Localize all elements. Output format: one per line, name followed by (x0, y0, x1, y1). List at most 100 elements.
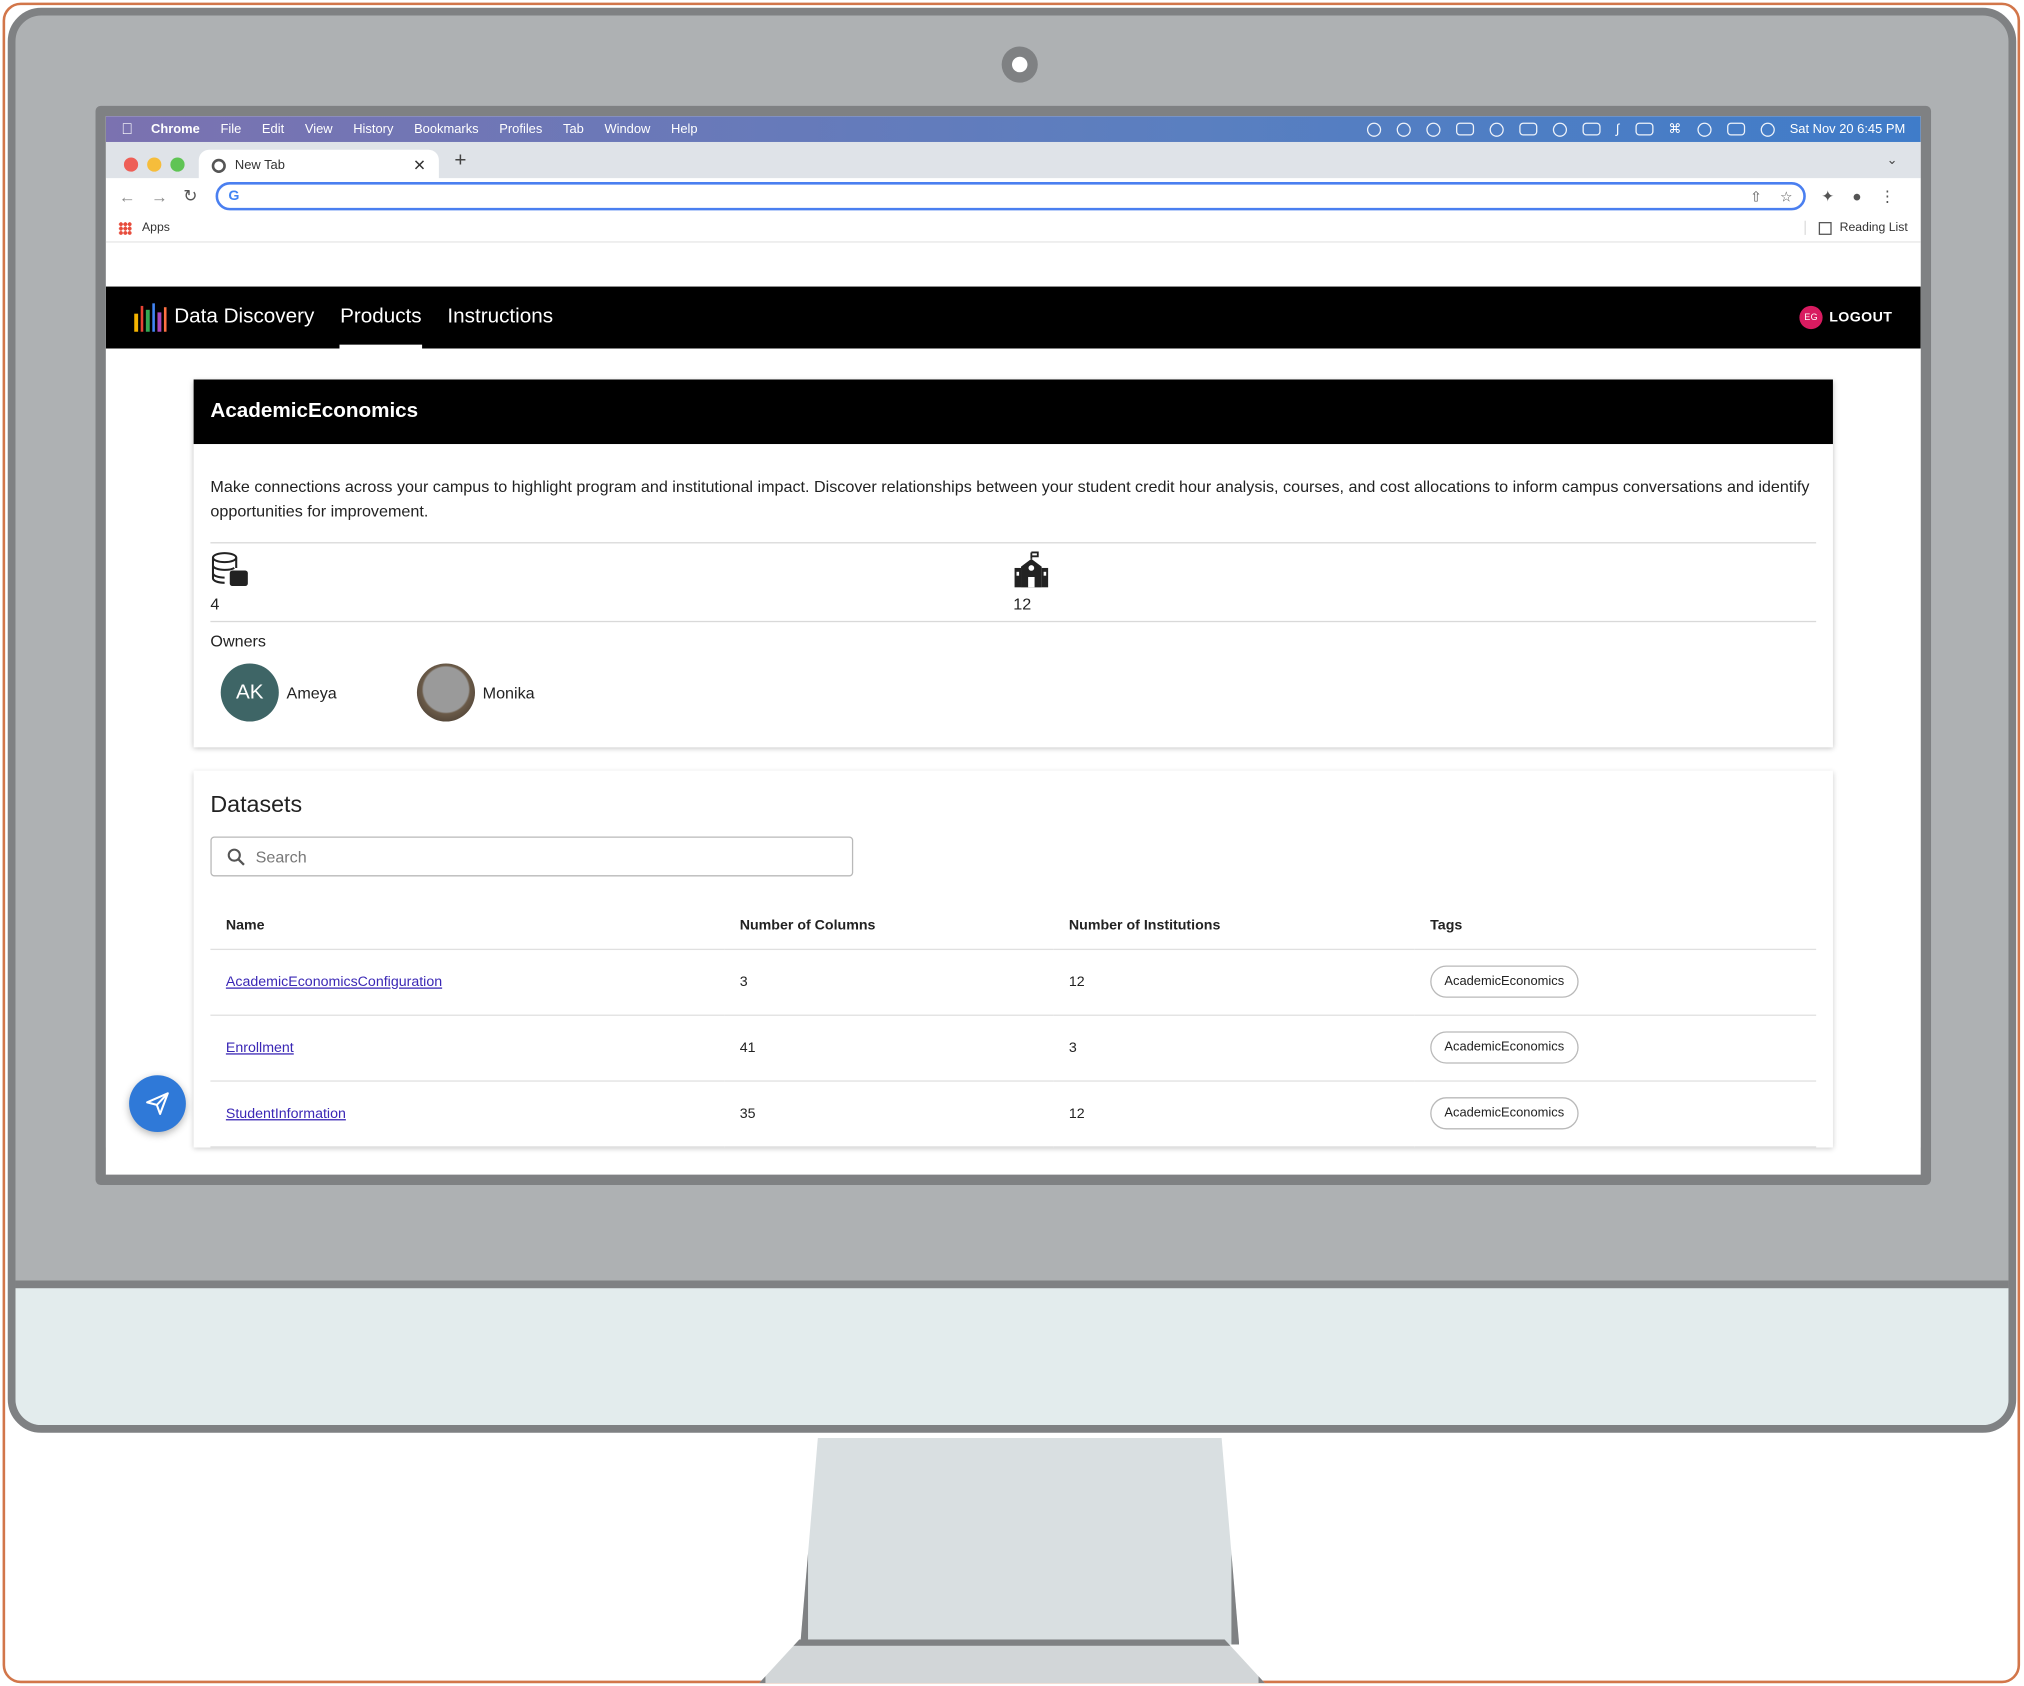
bookmark-star-icon[interactable]: ☆ (1780, 188, 1793, 204)
reading-list-label: Reading List (1839, 220, 1908, 235)
omnibox-actions: ⇧ ☆ (1750, 188, 1793, 204)
owner-monika[interactable]: Monika (416, 663, 535, 722)
school-building-icon (1013, 551, 1816, 590)
tags-cell: AcademicEconomics (1414, 1014, 1817, 1082)
logout-button[interactable]: EG LOGOUT (1799, 305, 1893, 330)
datasets-card: Datasets Search Name Number of Columns N… (193, 770, 1833, 1147)
sync-icon[interactable] (1489, 121, 1504, 137)
tag-chip[interactable]: AcademicEconomics (1430, 965, 1579, 998)
browser-toolbar: ← → ↻ G ⇧ ☆ ✦ ● ⋮ (105, 178, 1921, 215)
monitor-stand (800, 1437, 1240, 1645)
monitor-chin (15, 1280, 2009, 1426)
datasets-table: Name Number of Columns Number of Institu… (210, 902, 1817, 1147)
shield-icon[interactable] (1552, 121, 1567, 137)
spotlight-search-icon[interactable] (1696, 121, 1711, 137)
owner-ameya[interactable]: AK Ameya (220, 663, 337, 722)
chrome-favicon-icon (211, 158, 226, 173)
zoom-window-button[interactable] (170, 157, 185, 172)
institutions-count-cell: 12 (1053, 948, 1415, 1016)
send-icon (146, 1092, 169, 1115)
nav-products[interactable]: Products (340, 287, 422, 349)
security-app-icon[interactable] (1455, 122, 1474, 136)
send-feedback-button[interactable] (129, 1075, 186, 1133)
search-input[interactable]: Search (210, 836, 854, 877)
wifi-icon[interactable]: ⌘ (1668, 122, 1681, 136)
owners-label: Owners (210, 632, 267, 651)
app-header: Data Discovery Products Instructions EG … (105, 286, 1921, 349)
logo-bar (157, 312, 161, 332)
apple-icon[interactable]:  (121, 120, 133, 138)
tab-search-chevron-icon[interactable]: ⌄ (1887, 154, 1898, 168)
menu-bookmarks[interactable]: Bookmarks (414, 122, 479, 136)
display-area:  Chrome File Edit View History Bookmark… (105, 116, 1921, 1175)
menu-history[interactable]: History (353, 122, 393, 136)
dataset-link[interactable]: Enrollment (226, 1040, 294, 1055)
menu-edit[interactable]: Edit (262, 122, 284, 136)
menubar-clock[interactable]: Sat Nov 20 6:45 PM (1790, 122, 1906, 136)
logo-bar (134, 313, 138, 332)
monitor-illustration:  Chrome File Edit View History Bookmark… (0, 0, 2024, 1686)
table-row: StudentInformation 35 12 AcademicEconomi… (210, 1080, 1817, 1147)
close-tab-icon[interactable]: ✕ (413, 156, 426, 174)
logo-bar (151, 303, 155, 332)
menu-window[interactable]: Window (604, 122, 650, 136)
minimize-window-button[interactable] (147, 157, 162, 172)
cloud-sync-icon[interactable] (1396, 121, 1411, 137)
dataset-link[interactable]: StudentInformation (226, 1106, 346, 1121)
mac-menubar:  Chrome File Edit View History Bookmark… (105, 116, 1921, 142)
menu-view[interactable]: View (305, 122, 333, 136)
reading-list-button[interactable]: Reading List (1804, 220, 1908, 235)
column-header-tags[interactable]: Tags (1414, 902, 1817, 950)
column-header-name[interactable]: Name (210, 902, 725, 950)
main-content: AcademicEconomics Make connections acros… (105, 348, 1921, 1147)
user-avatar: EG (1799, 305, 1823, 330)
profile-icon[interactable]: ● (1852, 187, 1861, 205)
page-top-spacer (105, 242, 1921, 287)
close-window-button[interactable] (123, 157, 139, 172)
cloud-icon[interactable] (1366, 121, 1381, 137)
column-header-institutions[interactable]: Number of Institutions (1053, 902, 1415, 950)
share-icon[interactable]: ⇧ (1750, 188, 1762, 204)
tags-cell: AcademicEconomics (1414, 1080, 1817, 1147)
battery-icon[interactable] (1634, 122, 1653, 136)
new-tab-button[interactable]: + (454, 150, 466, 173)
calendar-icon[interactable] (1582, 122, 1601, 136)
bookmark-apps[interactable]: Apps (142, 221, 170, 235)
tag-chip[interactable]: AcademicEconomics (1430, 1031, 1579, 1064)
reading-list-icon (1818, 221, 1832, 235)
extensions-icon[interactable]: ✦ (1821, 187, 1834, 205)
logo-bar (145, 309, 150, 332)
tag-chip[interactable]: AcademicEconomics (1430, 1097, 1579, 1130)
forward-icon[interactable]: → (151, 187, 168, 206)
dataset-link[interactable]: AcademicEconomicsConfiguration (226, 974, 442, 989)
institutions-stat: 12 (1013, 551, 1816, 613)
table-row: AcademicEconomicsConfiguration 3 12 Acad… (210, 948, 1817, 1016)
siri-icon[interactable] (1760, 121, 1775, 137)
bluetooth-icon[interactable]: ∫ (1616, 122, 1620, 136)
menu-file[interactable]: File (220, 122, 241, 136)
owners-list: AK Ameya Monika (210, 663, 1816, 722)
product-card-body: Make connections across your campus to h… (194, 444, 1833, 747)
institutions-count-cell: 12 (1053, 1080, 1415, 1147)
monitor-base (758, 1639, 1265, 1684)
vpn-icon[interactable] (1426, 121, 1441, 137)
menu-profiles[interactable]: Profiles (499, 122, 542, 136)
browser-tabstrip: New Tab ✕ + ⌄ (105, 141, 1921, 181)
database-icon (210, 551, 1013, 590)
menu-help[interactable]: Help (671, 122, 698, 136)
search-icon (227, 847, 245, 866)
menu-tab[interactable]: Tab (563, 122, 584, 136)
clipboard-icon[interactable] (1518, 122, 1538, 136)
address-bar[interactable]: G ⇧ ☆ (215, 182, 1806, 211)
back-icon[interactable]: ← (119, 187, 136, 206)
more-menu-icon[interactable]: ⋮ (1880, 187, 1895, 205)
control-center-icon[interactable] (1726, 122, 1745, 136)
avatar: AK (220, 663, 279, 722)
datasets-stat: 4 (210, 551, 1013, 613)
browser-tab[interactable]: New Tab ✕ (198, 149, 439, 181)
reload-icon[interactable]: ↻ (183, 186, 197, 207)
menu-app-name[interactable]: Chrome (151, 122, 200, 136)
nav-instructions[interactable]: Instructions (447, 287, 553, 349)
brand-title[interactable]: Data Discovery (174, 306, 314, 329)
column-header-columns[interactable]: Number of Columns (724, 902, 1054, 950)
